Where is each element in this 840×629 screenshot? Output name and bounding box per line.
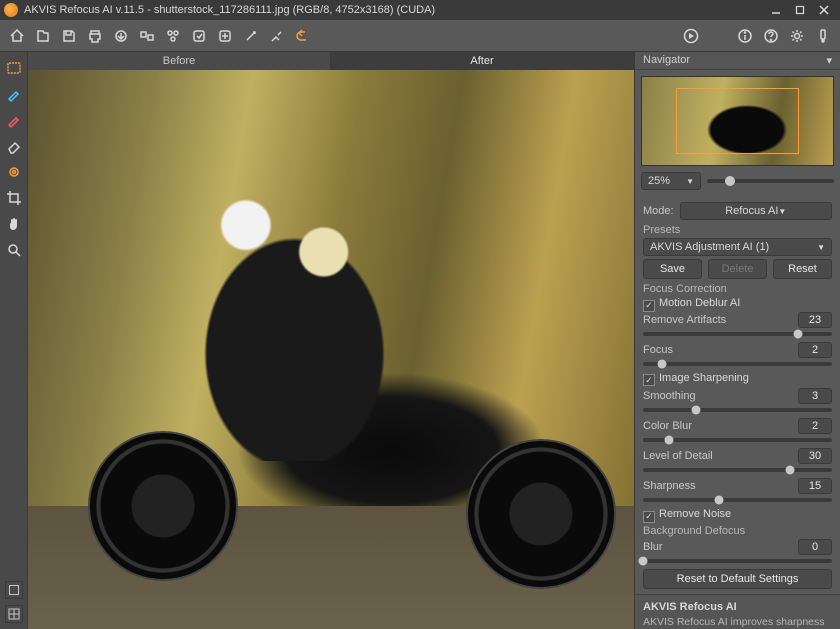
run-button[interactable] [680, 25, 702, 47]
remove-artifacts-slider[interactable] [643, 332, 832, 336]
app-logo [4, 3, 18, 17]
sharpness-value[interactable]: 15 [798, 478, 832, 494]
motion-deblur-checkbox[interactable]: Motion Deblur AI [643, 297, 832, 310]
settings-icon[interactable] [786, 25, 808, 47]
presets-load-icon[interactable] [188, 25, 210, 47]
description-title: AKVIS Refocus AI [643, 601, 832, 613]
photo-preview [28, 70, 634, 629]
zoom-icon[interactable] [4, 240, 24, 260]
focus-correction-heading: Focus Correction [643, 283, 832, 295]
reset-defaults-button[interactable]: Reset to Default Settings [643, 569, 832, 589]
tab-before[interactable]: Before [28, 52, 331, 70]
focus-slider[interactable] [643, 362, 832, 366]
focus-label: Focus [643, 344, 792, 356]
reset-button[interactable]: Reset [773, 259, 832, 279]
background-defocus-heading: Background Defocus [643, 525, 832, 537]
level-of-detail-slider[interactable] [643, 468, 832, 472]
navigator-header[interactable]: Navigator ▾ [635, 52, 840, 70]
navigator-thumbnail[interactable] [641, 76, 834, 166]
background-brush-icon[interactable] [4, 110, 24, 130]
window-title: AKVIS Refocus AI v.11.5 - shutterstock_1… [24, 4, 764, 16]
presets-value: AKVIS Adjustment AI (1) [650, 241, 769, 253]
delete-button[interactable]: Delete [708, 259, 767, 279]
help-icon[interactable] [760, 25, 782, 47]
canvas-area: Before After [28, 52, 634, 629]
open-icon[interactable] [32, 25, 54, 47]
print-icon[interactable] [84, 25, 106, 47]
save-icon[interactable] [58, 25, 80, 47]
zoom-dropdown[interactable]: 25%▼ [641, 172, 701, 190]
remove-noise-label: Remove Noise [659, 508, 731, 520]
batch-icon[interactable] [136, 25, 158, 47]
color-blur-value[interactable]: 2 [798, 418, 832, 434]
sharpness-slider[interactable] [643, 498, 832, 502]
tool-b-icon[interactable] [266, 25, 288, 47]
home-icon[interactable] [6, 25, 28, 47]
publish-icon[interactable] [162, 25, 184, 47]
presets-label: Presets [643, 224, 832, 236]
description-text: AKVIS Refocus AI improves sharpness of o… [643, 616, 832, 629]
eyedropper-icon[interactable] [4, 162, 24, 182]
settings-panel: Navigator ▾ 25%▼ Mode: Refocu [634, 52, 840, 629]
navigator-title: Navigator [643, 54, 690, 67]
remove-artifacts-value[interactable]: 23 [798, 312, 832, 328]
minimize-button[interactable] [764, 2, 788, 18]
notify-icon[interactable] [812, 25, 834, 47]
presets-dropdown[interactable]: AKVIS Adjustment AI (1)▼ [643, 238, 832, 256]
maximize-button[interactable] [788, 2, 812, 18]
level-of-detail-label: Level of Detail [643, 450, 792, 462]
blur-label: Blur [643, 541, 792, 553]
eraser-icon[interactable] [4, 136, 24, 156]
description-panel: AKVIS Refocus AI AKVIS Refocus AI improv… [635, 594, 840, 629]
close-button[interactable] [812, 2, 836, 18]
undo-icon[interactable] [292, 25, 314, 47]
hand-icon[interactable] [4, 214, 24, 234]
blur-value[interactable]: 0 [798, 539, 832, 555]
zoom-slider-thumb[interactable] [725, 176, 735, 186]
color-blur-label: Color Blur [643, 420, 792, 432]
window-mode-a-icon[interactable] [5, 581, 23, 599]
image-sharpening-label: Image Sharpening [659, 372, 749, 384]
color-blur-slider[interactable] [643, 438, 832, 442]
mode-dropdown[interactable]: Refocus AI▼ [680, 202, 832, 220]
side-toolbar [0, 52, 28, 629]
tab-after[interactable]: After [331, 52, 634, 70]
blur-slider[interactable] [643, 559, 832, 563]
presets-save-icon[interactable] [214, 25, 236, 47]
titlebar: AKVIS Refocus AI v.11.5 - shutterstock_1… [0, 0, 840, 20]
focus-value[interactable]: 2 [798, 342, 832, 358]
image-viewport[interactable] [28, 70, 634, 629]
smoothing-label: Smoothing [643, 390, 792, 402]
remove-artifacts-label: Remove Artifacts [643, 314, 792, 326]
export-icon[interactable] [110, 25, 132, 47]
info-icon[interactable] [734, 25, 756, 47]
remove-noise-checkbox[interactable]: Remove Noise [643, 508, 832, 521]
focus-brush-icon[interactable] [4, 84, 24, 104]
save-button[interactable]: Save [643, 259, 702, 279]
tool-a-icon[interactable] [240, 25, 262, 47]
mode-value: Refocus AI [725, 205, 778, 217]
smoothing-slider[interactable] [643, 408, 832, 412]
image-sharpening-checkbox[interactable]: Image Sharpening [643, 372, 832, 385]
preview-tool-icon[interactable] [4, 58, 24, 78]
motion-deblur-label: Motion Deblur AI [659, 297, 740, 309]
mode-label: Mode: [643, 205, 674, 217]
smoothing-value[interactable]: 3 [798, 388, 832, 404]
window-mode-b-icon[interactable] [5, 605, 23, 623]
zoom-value: 25% [648, 175, 670, 187]
collapse-icon: ▾ [826, 54, 832, 67]
crop-icon[interactable] [4, 188, 24, 208]
zoom-slider[interactable] [707, 179, 834, 183]
sharpness-label: Sharpness [643, 480, 792, 492]
top-toolbar [0, 20, 840, 52]
view-tabs: Before After [28, 52, 634, 70]
level-of-detail-value[interactable]: 30 [798, 448, 832, 464]
